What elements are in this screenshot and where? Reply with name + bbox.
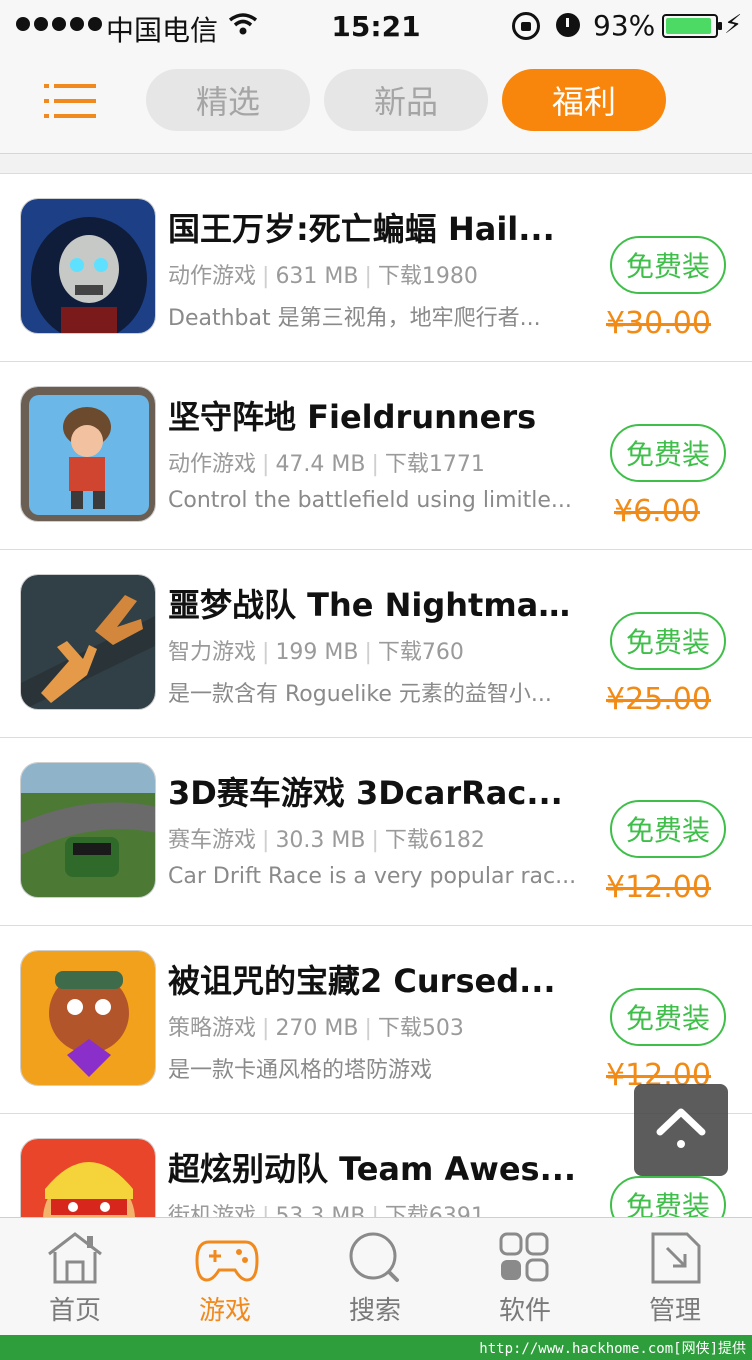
tab-label: 搜索 bbox=[348, 1296, 401, 1326]
tab-new[interactable]: 新品 bbox=[324, 69, 488, 131]
app-downloads: 下载6391 bbox=[384, 1204, 485, 1217]
app-icon-team-awesome bbox=[20, 1138, 156, 1217]
app-downloads: 下载760 bbox=[377, 640, 464, 665]
list-item[interactable]: 国王万岁:死亡蝙蝠 Hail... 动作游戏 | 631 MB | 下载1980 Dea… bbox=[0, 174, 752, 362]
free-install-button[interactable]: 免费装 bbox=[610, 236, 726, 294]
app-category: 动作游戏 bbox=[168, 264, 257, 289]
app-downloads: 下载1771 bbox=[384, 452, 485, 477]
app-category: 智力游戏 bbox=[168, 640, 257, 665]
app-size: 53.3 MB bbox=[275, 1204, 366, 1217]
tab-label: 管理 bbox=[648, 1296, 701, 1326]
battery-percent: 93% bbox=[593, 9, 656, 42]
original-price: ¥6.00 bbox=[614, 494, 700, 529]
original-price: ¥25.00 bbox=[606, 682, 711, 717]
alarm-icon bbox=[556, 13, 580, 37]
free-install-button[interactable]: 免费装 bbox=[610, 612, 726, 670]
tab-label: 软件 bbox=[498, 1296, 551, 1326]
list-item[interactable]: 3D赛车游戏 3DcarRac... 赛车游戏 | 30.3 MB | 下载6182 C… bbox=[0, 738, 752, 926]
app-size: 47.4 MB bbox=[275, 452, 366, 477]
bottom-tab-bar: 首页 游戏 搜索 软件 管理 bbox=[0, 1217, 752, 1335]
app-icon-3dcarrace bbox=[20, 762, 156, 898]
app-category: 策略游戏 bbox=[168, 1016, 257, 1041]
app-description: Car Drift Race is a very popular rac... bbox=[168, 864, 577, 889]
app-meta: 智力游戏 | 199 MB | 下载760 bbox=[168, 640, 464, 665]
app-description: Control the battlefield using limitle... bbox=[168, 488, 572, 513]
search-icon bbox=[349, 1232, 399, 1282]
app-meta: 赛车游戏 | 30.3 MB | 下载6182 bbox=[168, 828, 485, 853]
app-name: 被诅咒的宝藏2 Cursed... bbox=[168, 962, 556, 1000]
app-description: 是一款含有 Roguelike 元素的益智小... bbox=[168, 682, 552, 707]
app-description: Deathbat 是第三视角，地牢爬行者... bbox=[168, 306, 541, 331]
app-icon-nightmare bbox=[20, 574, 156, 710]
nav-separator bbox=[0, 154, 752, 174]
app-list[interactable]: 国王万岁:死亡蝙蝠 Hail... 动作游戏 | 631 MB | 下载1980 Dea… bbox=[0, 174, 752, 1217]
app-size: 270 MB bbox=[275, 1016, 359, 1041]
app-category: 动作游戏 bbox=[168, 452, 257, 477]
free-install-button[interactable]: 免费装 bbox=[610, 424, 726, 482]
free-install-button[interactable]: 免费装 bbox=[610, 988, 726, 1046]
app-name: 国王万岁:死亡蝙蝠 Hail... bbox=[168, 210, 555, 248]
top-navigation: 精选 新品 福利 bbox=[0, 54, 752, 154]
app-name: 噩梦战队 The Nightmar... bbox=[168, 586, 578, 624]
app-downloads: 下载503 bbox=[377, 1016, 464, 1041]
app-description: 是一款卡通风格的塔防游戏 bbox=[168, 1058, 433, 1083]
tab-home[interactable]: 首页 bbox=[0, 1218, 150, 1335]
free-install-button[interactable]: 免费装 bbox=[610, 800, 726, 858]
app-size: 199 MB bbox=[275, 640, 359, 665]
list-item[interactable]: 坚守阵地 Fieldrunners 动作游戏 | 47.4 MB | 下载1771 Co… bbox=[0, 362, 752, 550]
charging-bolt-icon: ⚡ bbox=[724, 10, 743, 40]
app-name: 超炫别动队 Team Awes... bbox=[168, 1150, 577, 1188]
app-size: 631 MB bbox=[275, 264, 359, 289]
app-size: 30.3 MB bbox=[275, 828, 366, 853]
tab-welfare[interactable]: 福利 bbox=[502, 69, 666, 131]
free-install-button[interactable]: 免费装 bbox=[610, 1176, 726, 1217]
list-menu-icon[interactable] bbox=[44, 84, 98, 118]
app-meta: 策略游戏 | 270 MB | 下载503 bbox=[168, 1016, 464, 1041]
tab-manage[interactable]: 管理 bbox=[600, 1218, 750, 1335]
app-name: 3D赛车游戏 3DcarRac... bbox=[168, 774, 563, 812]
original-price: ¥30.00 bbox=[606, 306, 711, 341]
app-meta: 动作游戏 | 47.4 MB | 下载1771 bbox=[168, 452, 485, 477]
app-meta: 动作游戏 | 631 MB | 下载1980 bbox=[168, 264, 478, 289]
app-name: 坚守阵地 Fieldrunners bbox=[168, 398, 537, 436]
tab-featured[interactable]: 精选 bbox=[146, 69, 310, 131]
battery-icon bbox=[662, 14, 722, 38]
app-meta: 街机游戏 | 53.3 MB | 下载6391 bbox=[168, 1198, 485, 1217]
manage-download-icon bbox=[651, 1232, 701, 1284]
app-icon-cursed-treasure bbox=[20, 950, 156, 1086]
tab-label: 首页 bbox=[48, 1296, 101, 1326]
app-icon-deathbat bbox=[20, 198, 156, 334]
chevron-up-icon bbox=[656, 1108, 706, 1148]
gamepad-icon bbox=[195, 1240, 259, 1282]
battery-fill bbox=[666, 18, 711, 34]
status-bar: 中国电信 15:21 93% ⚡ bbox=[0, 0, 752, 54]
app-downloads: 下载1980 bbox=[377, 264, 478, 289]
tab-label: 游戏 bbox=[198, 1296, 251, 1326]
tab-games[interactable]: 游戏 bbox=[150, 1218, 300, 1335]
watermark: http://www.hackhome.com[网侠]提供 bbox=[479, 1341, 746, 1357]
back-to-top-button[interactable] bbox=[634, 1084, 728, 1176]
list-item[interactable]: 噩梦战队 The Nightmar... 智力游戏 | 199 MB | 下载760 是… bbox=[0, 550, 752, 738]
tab-search[interactable]: 搜索 bbox=[300, 1218, 450, 1335]
app-category: 街机游戏 bbox=[168, 1204, 257, 1217]
rotation-lock-icon bbox=[512, 12, 540, 40]
home-icon bbox=[48, 1232, 102, 1284]
app-category: 赛车游戏 bbox=[168, 828, 257, 853]
tab-software[interactable]: 软件 bbox=[450, 1218, 600, 1335]
app-downloads: 下载6182 bbox=[384, 828, 485, 853]
original-price: ¥12.00 bbox=[606, 870, 711, 905]
app-icon-fieldrunners bbox=[20, 386, 156, 522]
phone-screen: 中国电信 15:21 93% ⚡ 精选 新品 福利 国王万岁:死亡蝙蝠 Hail… bbox=[0, 0, 752, 1335]
apps-grid-icon bbox=[499, 1232, 549, 1282]
